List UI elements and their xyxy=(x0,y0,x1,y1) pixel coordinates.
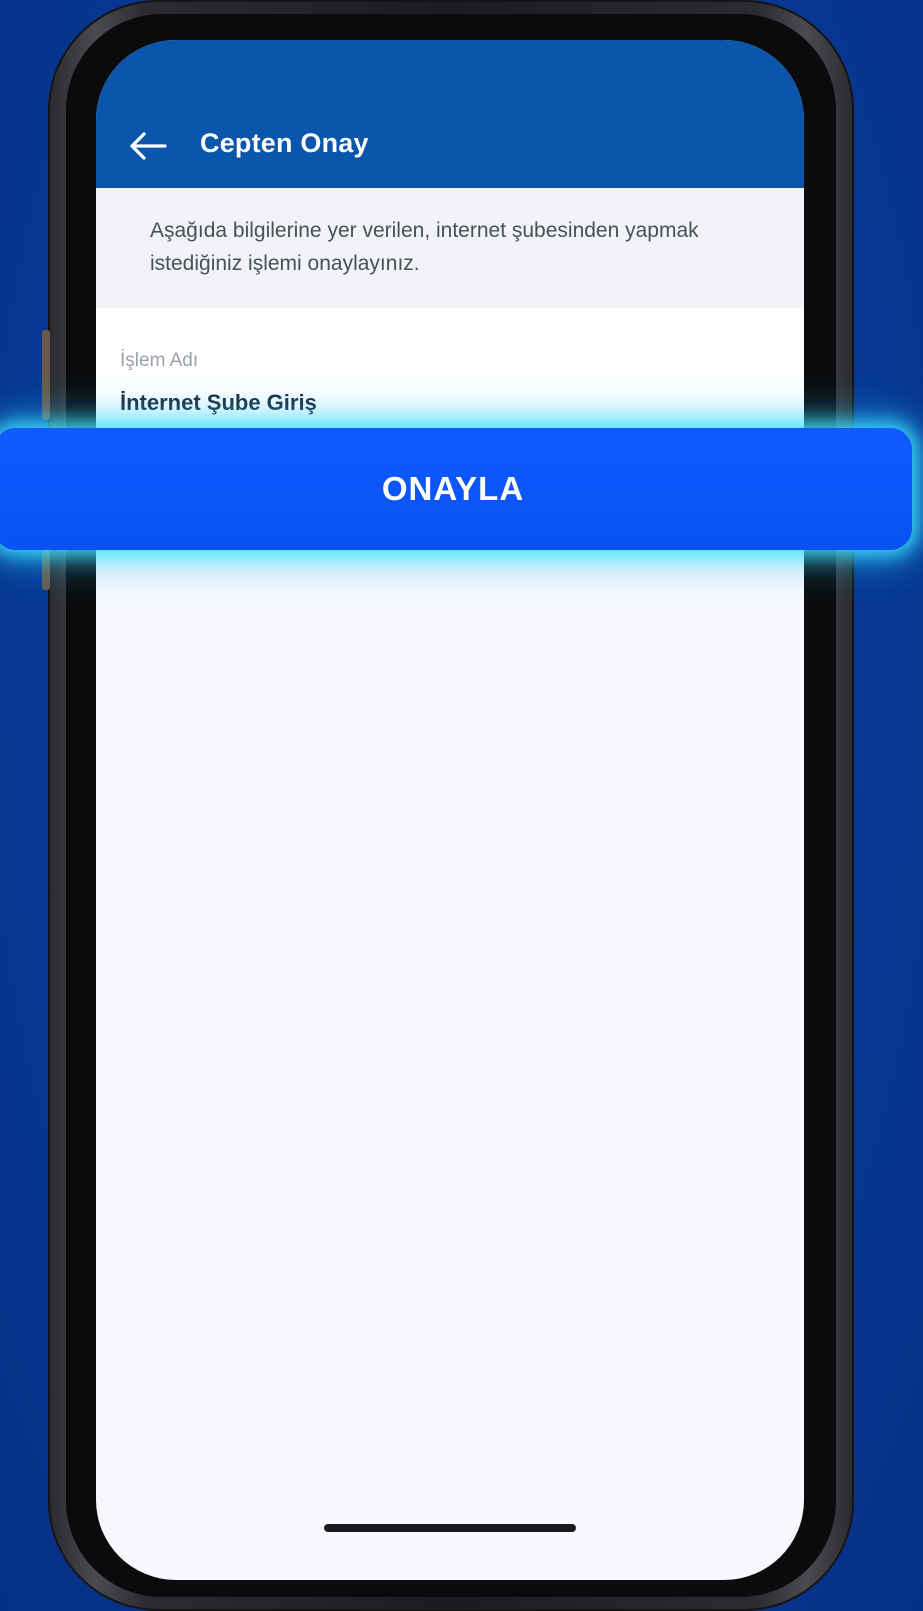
app-header: Cepten Onay xyxy=(96,40,804,188)
page-title: Cepten Onay xyxy=(200,128,369,158)
arrow-left-icon xyxy=(130,132,167,160)
app-screen: Cepten Onay Aşağıda bilgilerine yer veri… xyxy=(96,40,804,1580)
confirm-button-label: ONAYLA xyxy=(381,470,525,507)
info-panel: Aşağıda bilgilerine yer verilen, interne… xyxy=(96,188,804,308)
phone-side-button xyxy=(42,330,50,420)
field-label: İşlem Adı xyxy=(120,350,199,371)
field-value: İnternet Şube Giriş xyxy=(120,390,317,415)
info-text: Aşağıda bilgilerine yer verilen, interne… xyxy=(150,219,699,275)
confirm-button[interactable]: ONAYLA xyxy=(0,428,912,550)
back-button[interactable] xyxy=(128,126,168,166)
home-indicator xyxy=(324,1524,576,1532)
